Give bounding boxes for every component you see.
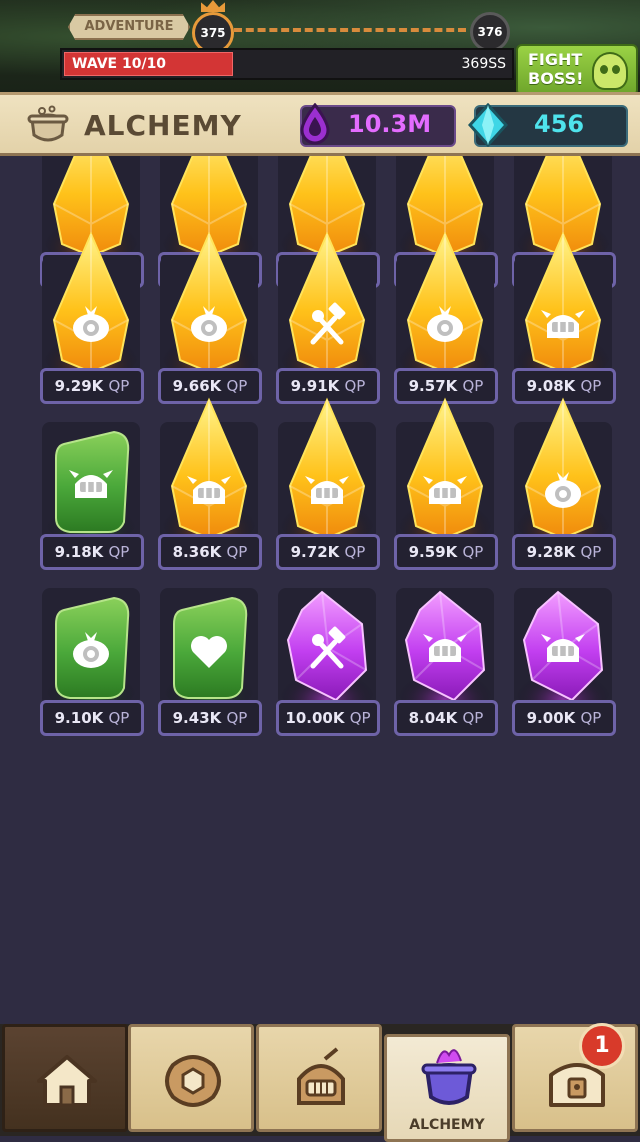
essence-card[interactable]: 10.00K QP xyxy=(276,588,380,738)
nav-label-alchemy: ALCHEMY xyxy=(409,1117,485,1133)
gold-essence-gem xyxy=(279,397,375,542)
qp-value-label: 9.00K QP xyxy=(512,700,616,736)
alchemy-cauldron-icon xyxy=(421,1049,477,1105)
essence-card[interactable]: 9.00K QP xyxy=(512,588,616,738)
rune-stone-icon xyxy=(165,1055,221,1107)
house-icon xyxy=(37,1055,97,1107)
fight-boss-button[interactable]: FIGHT BOSS! xyxy=(516,44,638,96)
essence-drop-icon xyxy=(300,103,330,145)
fight-boss-label: FIGHT BOSS! xyxy=(528,50,588,88)
green-essence-gem xyxy=(163,596,255,708)
alchemy-header: ALCHEMY 10.3M 456 xyxy=(0,92,640,156)
adventure-bar: ADVENTURE 375 376 WAVE 10/10 369SS FIGHT… xyxy=(0,0,640,96)
essence-grid: 9.72K QP 9.93K QP 8.73K QP xyxy=(0,156,640,1024)
diamond-icon xyxy=(468,103,508,147)
nav-tab-alchemy[interactable]: ALCHEMY xyxy=(384,1034,510,1142)
gold-essence-gem xyxy=(515,397,611,542)
gem-counter[interactable]: 456 xyxy=(468,103,628,147)
qp-value-label: 10.00K QP xyxy=(276,700,380,736)
qp-unit: QP xyxy=(226,709,248,727)
nav-tab-home[interactable] xyxy=(2,1024,128,1132)
crown-icon xyxy=(201,0,225,12)
qp-value: 9.43K xyxy=(172,709,222,727)
essence-value: 10.3M xyxy=(348,110,432,138)
gold-essence-gem xyxy=(279,231,375,376)
qp-value: 9.00K xyxy=(526,709,576,727)
qp-value-label: 8.04K QP xyxy=(394,700,498,736)
gem-value: 456 xyxy=(534,110,585,138)
page-title: ALCHEMY xyxy=(84,109,242,142)
fight-label-line2: BOSS! xyxy=(528,69,584,88)
notification-badge: 1 xyxy=(579,1023,625,1069)
gold-essence-gem xyxy=(43,231,139,376)
gold-essence-gem xyxy=(397,231,493,376)
wave-label: WAVE 10/10 xyxy=(72,56,167,72)
qp-value: 10.00K xyxy=(285,709,345,727)
gold-essence-gem xyxy=(397,397,493,542)
qp-value-label: 9.43K QP xyxy=(158,700,262,736)
essence-card[interactable]: 9.43K QP xyxy=(158,588,262,738)
qp-unit: QP xyxy=(580,709,602,727)
purple-essence-gem xyxy=(397,590,493,708)
gold-essence-gem xyxy=(161,231,257,376)
essence-card[interactable]: 8.04K QP xyxy=(394,588,498,738)
nav-tab-vault[interactable]: 1 xyxy=(512,1023,638,1132)
qp-unit: QP xyxy=(462,709,484,727)
level-progress-track xyxy=(234,28,466,32)
bottom-nav: ALCHEMY 1 xyxy=(0,1023,640,1142)
nav-tab-runes[interactable] xyxy=(128,1024,254,1132)
next-level-badge: 376 xyxy=(470,12,510,52)
essence-counter[interactable]: 10.3M xyxy=(300,103,456,147)
wave-progress-bar: WAVE 10/10 369SS xyxy=(60,48,514,80)
green-essence-gem xyxy=(45,596,137,708)
qp-value-label: 9.10K QP xyxy=(40,700,144,736)
cauldron-icon xyxy=(27,105,69,142)
knight-helmet-icon xyxy=(297,1047,345,1105)
qp-value: 8.04K xyxy=(408,709,458,727)
fight-label-line1: FIGHT xyxy=(528,50,583,69)
gold-essence-gem xyxy=(161,397,257,542)
gold-essence-gem xyxy=(515,231,611,376)
qp-unit: QP xyxy=(349,709,371,727)
essence-card[interactable]: 9.10K QP xyxy=(40,588,144,738)
nav-tab-heroes[interactable] xyxy=(256,1024,382,1132)
qp-value: 9.10K xyxy=(54,709,104,727)
purple-essence-gem xyxy=(279,590,375,708)
green-essence-gem xyxy=(45,430,137,542)
qp-unit: QP xyxy=(108,709,130,727)
purple-essence-gem xyxy=(515,590,611,708)
skull-icon xyxy=(592,52,628,90)
boss-hp-value: 369SS xyxy=(461,56,507,72)
adventure-tab[interactable]: ADVENTURE xyxy=(68,14,190,40)
